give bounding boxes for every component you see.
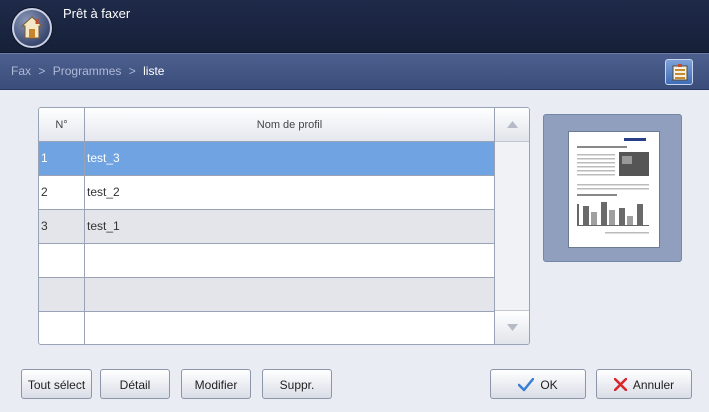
profile-table: N° Nom de profil 1 test_3 2 test_2 3 tes… — [38, 107, 530, 345]
cancel-button[interactable]: Annuler — [596, 369, 692, 399]
row-number: 2 — [39, 176, 85, 209]
scroll-down-button[interactable] — [495, 310, 529, 344]
breadcrumb-item-fax[interactable]: Fax — [11, 64, 31, 78]
row-profile-name — [85, 312, 494, 344]
breadcrumb-item-programmes[interactable]: Programmes — [53, 64, 122, 78]
table-row[interactable]: 2 test_2 — [39, 176, 494, 210]
row-profile-name — [85, 244, 494, 277]
ok-label: OK — [540, 377, 558, 392]
table-row[interactable] — [39, 244, 494, 278]
table-row[interactable] — [39, 312, 494, 344]
breadcrumb-separator: > — [38, 64, 46, 78]
menu-button[interactable] — [665, 59, 693, 85]
menu-icon — [672, 64, 688, 81]
row-number — [39, 244, 85, 277]
document-preview-panel — [543, 114, 682, 262]
column-header-number: N° — [39, 108, 85, 142]
modify-label: Modifier — [194, 377, 238, 392]
scroll-up-button[interactable] — [495, 108, 529, 142]
row-profile-name: test_2 — [87, 185, 120, 199]
row-profile-name: test_3 — [87, 151, 120, 165]
delete-label: Suppr. — [279, 377, 315, 392]
table-header: N° Nom de profil — [39, 108, 494, 142]
detail-button[interactable]: Détail — [100, 369, 170, 399]
table-row[interactable]: 1 test_3 — [39, 142, 494, 176]
checkmark-icon — [518, 377, 535, 392]
close-icon — [613, 378, 627, 392]
home-button[interactable] — [12, 8, 52, 48]
detail-label: Détail — [119, 377, 151, 392]
path-bar: Fax > Programmes > liste — [0, 53, 709, 90]
modify-button[interactable]: Modifier — [181, 369, 251, 399]
cancel-label: Annuler — [632, 377, 675, 392]
row-number — [39, 312, 85, 344]
top-bar: Prêt à faxer — [0, 0, 709, 53]
delete-button[interactable]: Suppr. — [262, 369, 332, 399]
ok-button[interactable]: OK — [490, 369, 586, 399]
chevron-up-icon — [507, 121, 518, 128]
row-profile-name — [85, 278, 494, 311]
column-header-profile-name: Nom de profil — [256, 119, 323, 131]
row-profile-name: test_1 — [87, 219, 120, 233]
breadcrumb-item-liste: liste — [143, 64, 165, 78]
breadcrumb-separator: > — [128, 64, 136, 78]
status-text: Prêt à faxer — [63, 6, 131, 21]
select-all-label: Tout sélect — [27, 377, 86, 392]
table-scrollbar[interactable] — [494, 108, 529, 344]
table-row[interactable]: 3 test_1 — [39, 210, 494, 244]
table-row[interactable] — [39, 278, 494, 312]
home-icon — [21, 16, 43, 39]
table-body: 1 test_3 2 test_2 3 test_1 — [39, 142, 494, 344]
breadcrumb: Fax > Programmes > liste — [11, 64, 164, 78]
document-preview-thumbnail — [568, 131, 660, 248]
row-number: 1 — [39, 142, 85, 175]
document-thumbnail-image — [577, 138, 649, 234]
row-number: 3 — [39, 210, 85, 243]
chevron-down-icon — [507, 324, 518, 331]
select-all-button[interactable]: Tout sélect — [21, 369, 92, 399]
row-number — [39, 278, 85, 311]
